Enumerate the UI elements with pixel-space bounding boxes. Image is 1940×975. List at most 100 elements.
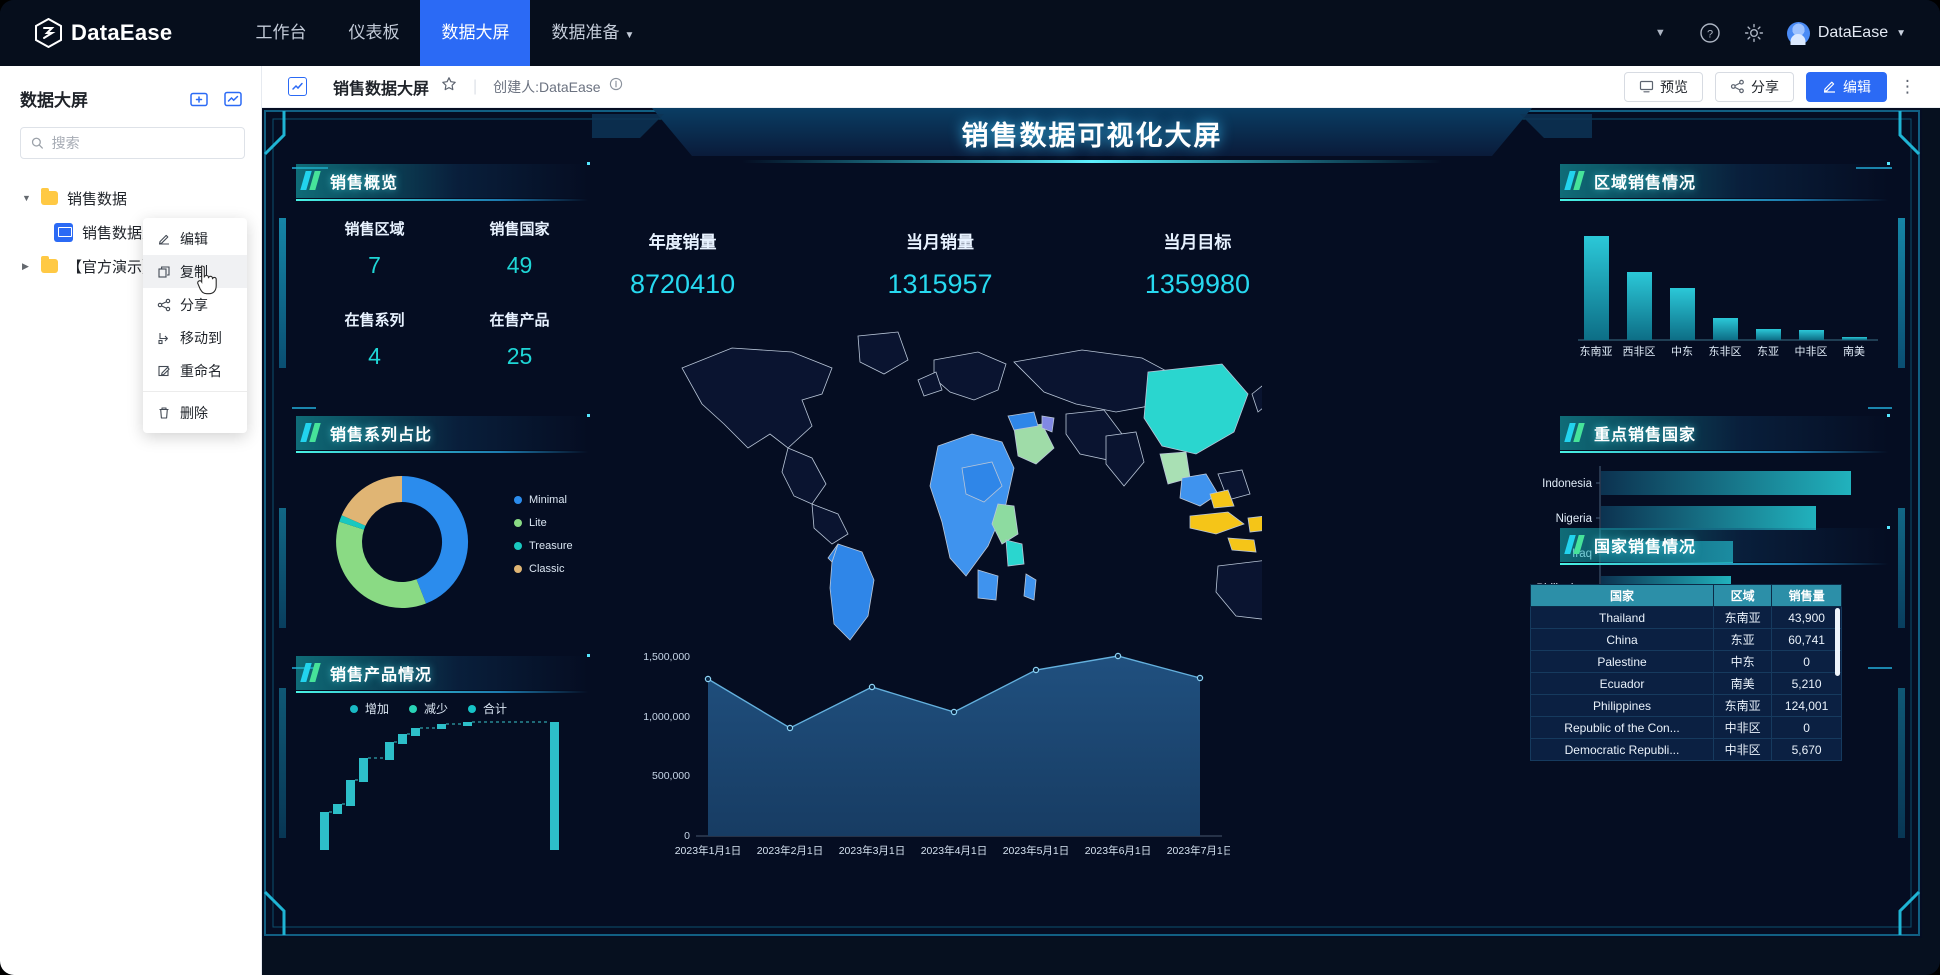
chevron-down-icon[interactable]: ▼ [22, 193, 32, 203]
search-box[interactable] [20, 127, 245, 159]
cell-sales: 124,001 [1772, 695, 1842, 717]
tree-folder-sales-data[interactable]: ▼ 销售数据 [0, 181, 261, 215]
context-menu-item-edit[interactable]: 编辑 [143, 222, 247, 255]
svg-text:2023年6月1日: 2023年6月1日 [1085, 844, 1152, 857]
cell-country: Ecuador [1531, 673, 1714, 695]
svg-text:东非区: 东非区 [1709, 345, 1742, 358]
new-screen-icon[interactable] [223, 89, 243, 109]
panel-corner-dot [1887, 162, 1890, 165]
new-folder-icon[interactable] [189, 89, 209, 109]
panel-title: 区域销售情况 [1594, 169, 1696, 193]
avatar [1787, 22, 1810, 45]
help-circle-icon[interactable]: ? [1699, 22, 1721, 44]
context-menu-item-copy[interactable]: 复制 [143, 255, 247, 288]
dashboard-canvas: 销售数据可视化大屏 销售概览 销售区域 7 销售国家 49 在售系列 4 [262, 108, 1922, 938]
cell-region: 中非区 [1714, 717, 1772, 739]
svg-text:?: ? [1707, 29, 1713, 41]
kpi-month-target: 当月目标 1359980 [1145, 228, 1250, 300]
context-menu-item-delete[interactable]: 删除 [143, 396, 247, 429]
screen-icon [54, 223, 73, 242]
svg-text:西非区: 西非区 [1623, 345, 1656, 358]
panel-title: 重点销售国家 [1594, 421, 1696, 445]
svg-text:1,000,000: 1,000,000 [643, 711, 690, 723]
legend-item[interactable]: Classic [514, 563, 573, 575]
info-icon[interactable] [609, 77, 623, 96]
legend-item[interactable]: 增加 [350, 700, 389, 717]
panel-header: 销售概览 [296, 164, 588, 198]
chevron-down-icon: ▼ [624, 30, 634, 41]
context-menu-item-move-to[interactable]: 移动到 [143, 321, 247, 354]
gear-icon[interactable] [1743, 22, 1765, 44]
table-row[interactable]: Ecuador南美5,210 [1531, 673, 1842, 695]
legend-item[interactable]: 减少 [409, 700, 448, 717]
legend-item[interactable]: 合计 [468, 700, 507, 717]
table-row[interactable]: Palestine中东0 [1531, 651, 1842, 673]
cell-country: Democratic Republi... [1531, 739, 1714, 761]
table-scrollbar[interactable] [1835, 608, 1840, 676]
legend-item[interactable]: Treasure [514, 540, 573, 552]
cell-region: 东南亚 [1714, 607, 1772, 629]
user-menu[interactable]: DataEase ▼ [1787, 22, 1906, 45]
search-input[interactable] [52, 135, 234, 151]
table-row[interactable]: Democratic Republi...中非区5,670 [1531, 739, 1842, 761]
panel-corner-dot [1887, 414, 1890, 417]
preview-button[interactable]: 预览 [1624, 72, 1703, 102]
monthly-sales-area-chart[interactable]: 1,500,000 1,000,000 500,000 0 2023年1月1日2… [610, 646, 1230, 878]
nav-tab-dashboard[interactable]: 仪表板 [327, 0, 420, 66]
more-vertical-icon[interactable]: ⋮ [1899, 82, 1916, 92]
user-name: DataEase [1818, 24, 1888, 42]
legend-item[interactable]: Lite [514, 517, 573, 529]
page-title: 销售数据大屏 [333, 75, 429, 99]
brand-name: DataEase [71, 20, 172, 46]
column-header-sales[interactable]: 销售量 [1772, 585, 1842, 607]
nav-tab-bigscreen[interactable]: 数据大屏 [420, 0, 530, 66]
sidebar-title: 数据大屏 [20, 86, 88, 111]
panel-bars-icon [1567, 171, 1591, 190]
cell-sales: 0 [1772, 651, 1842, 673]
region-sales-bar-chart[interactable]: 东南亚西非区 中东东非区 东亚中非区 南美 [1560, 216, 1890, 361]
cell-region: 东亚 [1714, 629, 1772, 651]
pencil-icon [1822, 79, 1837, 94]
screen-icon [288, 77, 307, 96]
svg-text:500,000: 500,000 [652, 770, 690, 782]
svg-text:2023年5月1日: 2023年5月1日 [1003, 844, 1070, 857]
table-row[interactable]: Philippines东南亚124,001 [1531, 695, 1842, 717]
brand-logo[interactable]: DataEase [35, 18, 172, 48]
column-header-country[interactable]: 国家 [1531, 585, 1714, 607]
svg-text:Nigeria: Nigeria [1556, 513, 1593, 525]
panel-bars-icon [1567, 535, 1591, 554]
table-row[interactable]: Thailand东南亚43,900 [1531, 607, 1842, 629]
chevron-down-icon[interactable]: ▼ [1655, 22, 1677, 44]
country-sales-table[interactable]: 国家 区域 销售量 Thailand东南亚43,900 China东亚60,74… [1530, 584, 1842, 761]
legend-item[interactable]: Minimal [514, 494, 573, 506]
panel-bars-icon [1567, 423, 1591, 442]
kpi-active-series: 在售系列 4 [302, 309, 447, 370]
product-waterfall-chart[interactable] [298, 720, 590, 860]
panel-corner-dot [587, 654, 590, 657]
chevron-right-icon[interactable]: ▶ [22, 261, 32, 272]
star-icon[interactable] [441, 76, 457, 97]
dashboard-title: 销售数据可视化大屏 [262, 114, 1922, 153]
legend-color-swatch [468, 705, 476, 713]
column-header-region[interactable]: 区域 [1714, 585, 1772, 607]
svg-text:2023年4月1日: 2023年4月1日 [921, 844, 988, 857]
context-menu-item-rename[interactable]: 重命名 [143, 354, 247, 387]
panel-bars-icon [303, 423, 327, 442]
context-menu-item-share[interactable]: 分享 [143, 288, 247, 321]
panel-header: 重点销售国家 [1560, 416, 1888, 450]
data-table: 国家 区域 销售量 Thailand东南亚43,900 China东亚60,74… [1530, 584, 1842, 761]
nav-tab-data-prep[interactable]: 数据准备▼ [530, 0, 655, 66]
dataease-logo-icon [35, 18, 62, 48]
edit-button[interactable]: 编辑 [1806, 72, 1887, 102]
share-icon [157, 298, 171, 312]
nav-tab-workbench[interactable]: 工作台 [234, 0, 327, 66]
app-root: DataEase 工作台 仪表板 数据大屏 数据准备▼ ▼ ? DataEase… [0, 0, 1940, 975]
panel-corner-dot [1887, 526, 1890, 529]
share-button[interactable]: 分享 [1715, 72, 1794, 102]
svg-text:中东: 中东 [1671, 345, 1693, 358]
world-map-chart[interactable] [662, 308, 1262, 668]
table-row[interactable]: China东亚60,741 [1531, 629, 1842, 651]
series-share-donut-chart[interactable] [322, 462, 482, 622]
table-row[interactable]: Republic of the Con...中非区0 [1531, 717, 1842, 739]
context-menu-label: 重命名 [180, 361, 222, 381]
